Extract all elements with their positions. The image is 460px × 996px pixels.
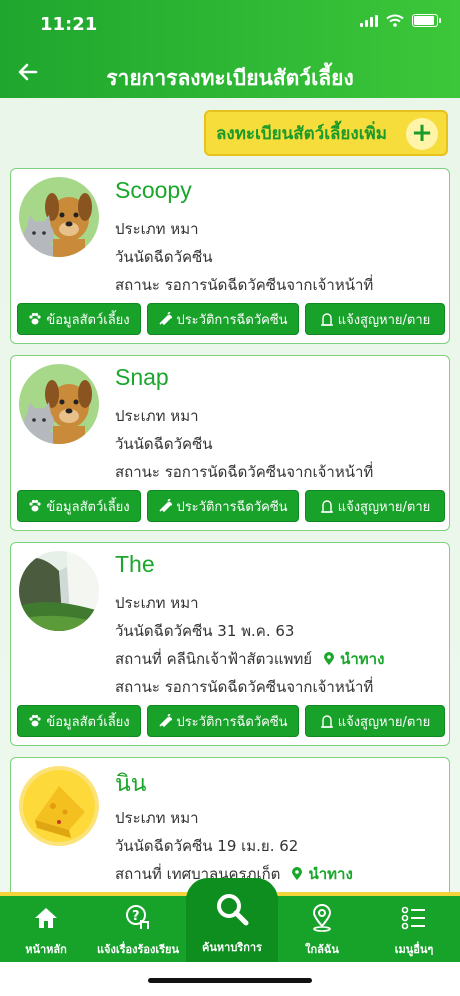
pet-type: ประเภท หมา	[115, 594, 199, 612]
plus-icon: +	[406, 118, 438, 150]
report-lost-button[interactable]: แจ้งสูญหาย/ตาย	[305, 303, 445, 335]
pet-name: นิน	[115, 770, 147, 796]
add-pet-button[interactable]: ลงทะเบียนสัตว์เลี้ยงเพิ่ม +	[204, 110, 448, 156]
report-lost-button[interactable]: แจ้งสูญหาย/ตาย	[305, 490, 445, 522]
menu-list-icon	[401, 906, 425, 930]
tab-complaint-label: แจ้งเรื่องร้องเรียน	[96, 943, 180, 956]
pet-avatar	[19, 364, 99, 444]
status-time: 11:21	[40, 14, 98, 35]
vaccine-place-row: สถานที่ คลีนิกเจ้าฟ้าสัตวแพทย์ นำทาง	[115, 647, 384, 671]
pet-info-button[interactable]: ข้อมูลสัตว์เลี้ยง	[17, 705, 141, 737]
navigate-label: นำทาง	[340, 650, 385, 668]
vaccine-history-label: ประวัติการฉีดวัคซีน	[176, 499, 288, 515]
pet-type: ประเภท หมา	[115, 809, 199, 827]
paw-icon	[29, 714, 41, 727]
battery-icon	[412, 14, 441, 27]
pet-info-label: ข้อมูลสัตว์เลี้ยง	[46, 312, 130, 328]
location-pin-icon	[323, 652, 334, 665]
location-pin-icon	[292, 867, 303, 880]
pet-card: The ประเภท หมา วันนัดฉีดวัคซีน 31 พ.ค. 6…	[10, 542, 450, 746]
vaccine-place: สถานที่ คลีนิกเจ้าฟ้าสัตวแพทย์	[115, 650, 313, 668]
tab-search-services[interactable]: ค้นหาบริการ	[186, 878, 278, 962]
pet-avatar	[19, 766, 99, 846]
screen: 11:21 รายการลงทะเบียนสัตว์เลี้ยง ลงทะเบี…	[0, 0, 460, 996]
card-actions: ข้อมูลสัตว์เลี้ยง ประวัติการฉีดวัคซีน แจ…	[17, 490, 445, 522]
page-title: รายการลงทะเบียนสัตว์เลี้ยง	[106, 66, 354, 90]
pet-type: ประเภท หมา	[115, 407, 199, 425]
tab-complaint[interactable]: ? แจ้งเรื่องร้องเรียน	[92, 896, 184, 962]
tab-home-label: หน้าหลัก	[25, 943, 67, 956]
vaccine-date: วันนัดฉีดวัคซีน 19 เม.ย. 62	[115, 837, 299, 855]
help-touch-icon: ?	[126, 905, 149, 929]
svg-text:?: ?	[132, 909, 140, 924]
pet-info-button[interactable]: ข้อมูลสัตว์เลี้ยง	[17, 303, 141, 335]
syringe-icon	[159, 312, 173, 326]
signal-icon	[360, 14, 378, 27]
pet-info-label: ข้อมูลสัตว์เลี้ยง	[46, 714, 130, 730]
search-icon	[217, 894, 249, 926]
home-indicator	[148, 978, 312, 983]
header-bar: 11:21 รายการลงทะเบียนสัตว์เลี้ยง	[0, 0, 460, 98]
card-actions: ข้อมูลสัตว์เลี้ยง ประวัติการฉีดวัคซีน แจ…	[17, 303, 445, 335]
paw-icon	[29, 499, 41, 512]
bottom-tab-bar: หน้าหลัก ? แจ้งเรื่องร้องเรียน ค้นหาบริก…	[0, 878, 460, 962]
add-pet-label: ลงทะเบียนสัตว์เลี้ยงเพิ่ม	[216, 123, 387, 144]
home-icon	[35, 908, 57, 928]
tombstone-icon	[320, 715, 333, 728]
report-lost-label: แจ้งสูญหาย/ตาย	[337, 312, 431, 328]
tab-home[interactable]: หน้าหลัก	[0, 896, 92, 962]
vaccine-date: วันนัดฉีดวัคซีน 31 พ.ค. 63	[115, 622, 295, 640]
pet-avatar	[19, 177, 99, 257]
pet-card: Scoopy ประเภท หมา วันนัดฉีดวัคซีน สถานะ …	[10, 168, 450, 344]
pet-avatar	[19, 551, 99, 631]
pet-status: สถานะ รอการนัดฉีดวัคซีนจากเจ้าหน้าที่	[115, 276, 374, 294]
navigate-link[interactable]: นำทาง	[291, 865, 353, 883]
navigate-label: นำทาง	[308, 865, 353, 883]
vaccine-date: วันนัดฉีดวัคซีน	[115, 248, 213, 266]
location-pin-icon	[312, 904, 332, 932]
tab-more-label: เมนูอื่นๆ	[394, 943, 434, 956]
status-icons	[360, 14, 441, 27]
tab-more-menu[interactable]: เมนูอื่นๆ	[368, 896, 460, 962]
report-lost-button[interactable]: แจ้งสูญหาย/ตาย	[305, 705, 445, 737]
paw-icon	[29, 312, 41, 325]
card-actions: ข้อมูลสัตว์เลี้ยง ประวัติการฉีดวัคซีน แจ…	[17, 705, 445, 737]
navigate-link[interactable]: นำทาง	[323, 650, 385, 668]
wifi-icon	[386, 14, 404, 27]
vaccine-date: วันนัดฉีดวัคซีน	[115, 435, 213, 453]
vaccine-history-label: ประวัติการฉีดวัคซีน	[176, 714, 288, 730]
pet-name: The	[115, 551, 155, 577]
syringe-icon	[159, 714, 173, 728]
vaccine-history-label: ประวัติการฉีดวัคซีน	[176, 312, 288, 328]
pet-info-label: ข้อมูลสัตว์เลี้ยง	[46, 499, 130, 515]
vaccine-history-button[interactable]: ประวัติการฉีดวัคซีน	[147, 490, 299, 522]
report-lost-label: แจ้งสูญหาย/ตาย	[337, 714, 431, 730]
tab-search-label: ค้นหาบริการ	[202, 941, 262, 954]
pet-name: Scoopy	[115, 177, 192, 203]
vaccine-history-button[interactable]: ประวัติการฉีดวัคซีน	[147, 705, 299, 737]
pet-card: Snap ประเภท หมา วันนัดฉีดวัคซีน สถานะ รอ…	[10, 355, 450, 531]
pet-status: สถานะ รอการนัดฉีดวัคซีนจากเจ้าหน้าที่	[115, 678, 374, 696]
syringe-icon	[159, 499, 173, 513]
pet-status: สถานะ รอการนัดฉีดวัคซีนจากเจ้าหน้าที่	[115, 463, 374, 481]
tombstone-icon	[320, 500, 333, 513]
tab-nearby-label: ใกล้ฉัน	[305, 943, 339, 956]
report-lost-label: แจ้งสูญหาย/ตาย	[337, 499, 431, 515]
pet-name: Snap	[115, 364, 169, 390]
pet-type: ประเภท หมา	[115, 220, 199, 238]
tombstone-icon	[320, 313, 333, 326]
tab-nearby[interactable]: ใกล้ฉัน	[276, 896, 368, 962]
pet-info-button[interactable]: ข้อมูลสัตว์เลี้ยง	[17, 490, 141, 522]
vaccine-history-button[interactable]: ประวัติการฉีดวัคซีน	[147, 303, 299, 335]
